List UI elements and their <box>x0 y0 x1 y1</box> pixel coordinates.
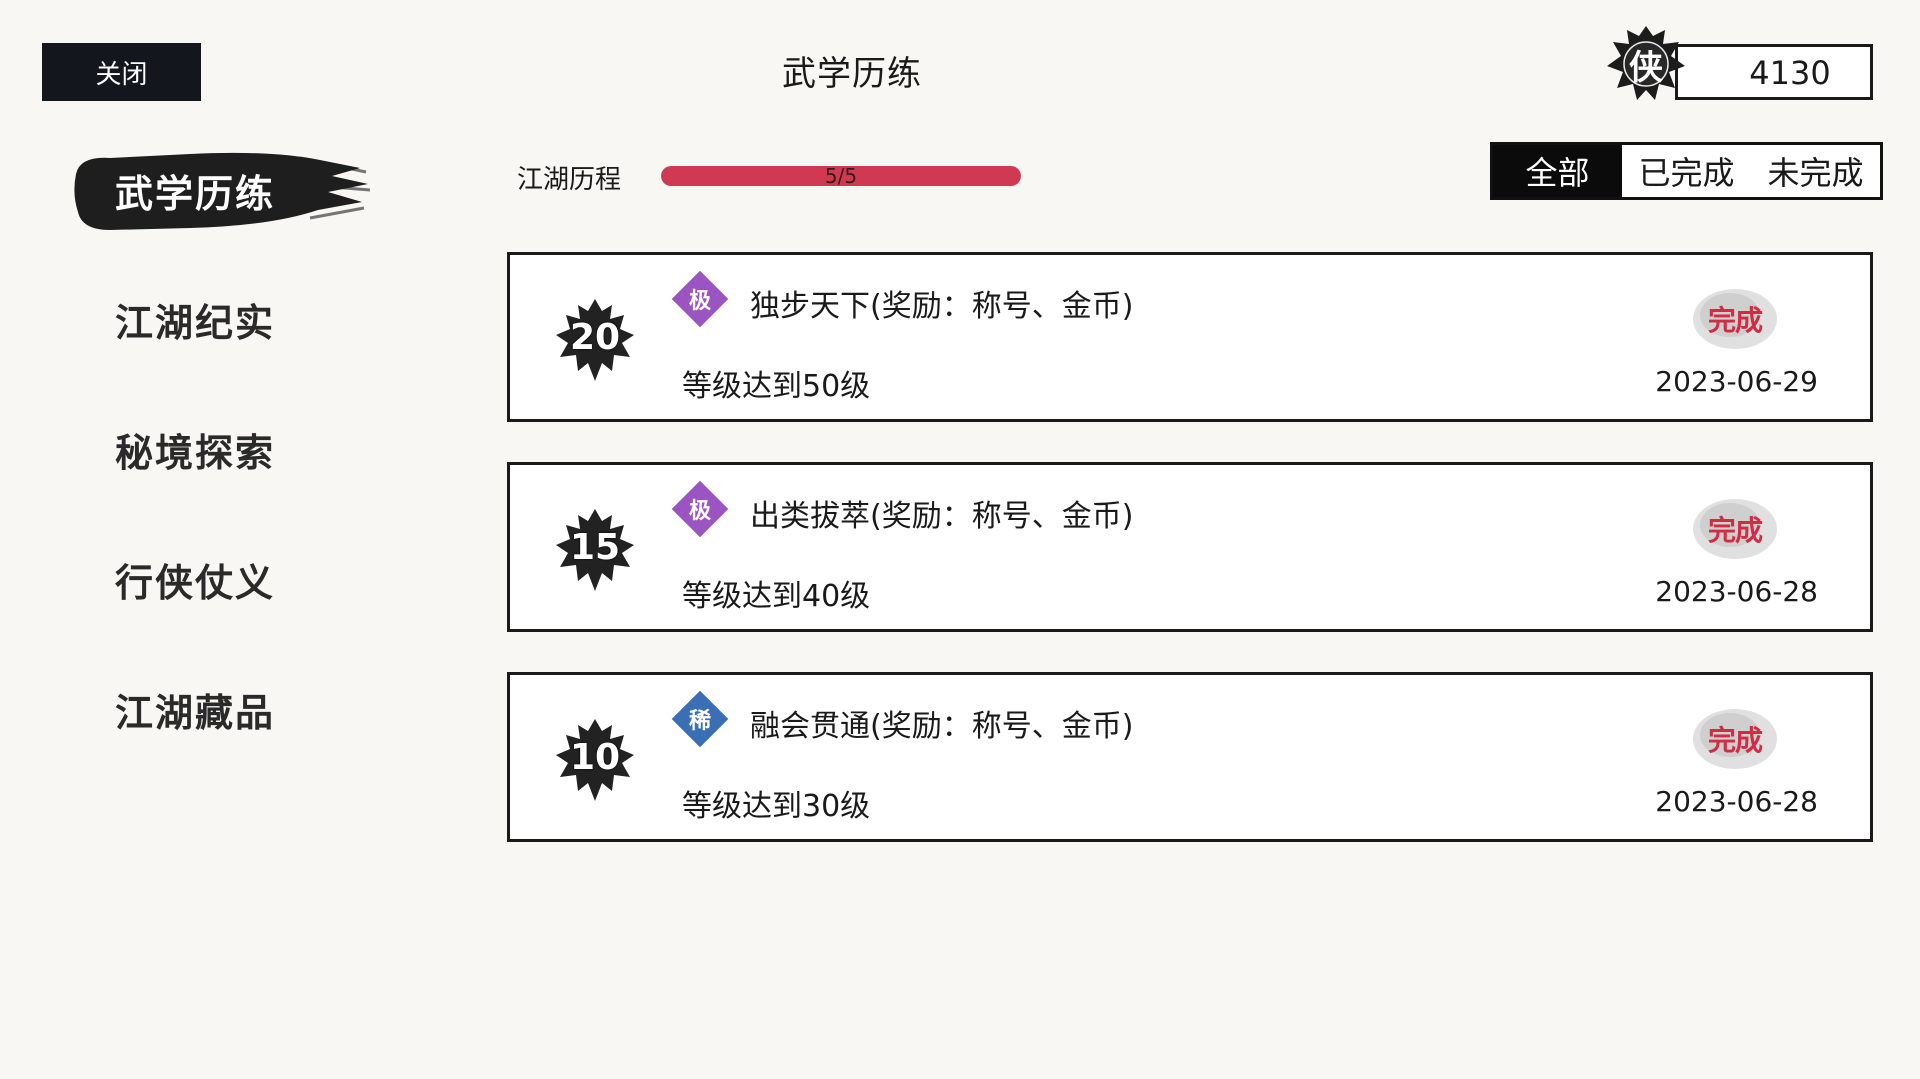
achievement-title: 融会贯通(奖励：称号、金币) <box>750 709 1134 744</box>
sidebar-item-jianghu-jishi[interactable]: 江湖纪实 <box>115 292 275 347</box>
achievement-card[interactable]: 10 稀 融会贯通(奖励：称号、金币) 等级达到30级 完成 2023-06-2… <box>507 672 1873 842</box>
achievement-condition: 等级达到50级 <box>682 369 871 404</box>
tab-completed[interactable]: 已完成 <box>1622 145 1751 197</box>
sidebar-item-mijing[interactable]: 秘境探索 <box>115 422 275 477</box>
achievement-condition: 等级达到40级 <box>682 579 871 614</box>
currency-value: 4130 <box>1749 54 1831 92</box>
achievement-title: 出类拔萃(奖励：称号、金币) <box>750 499 1134 534</box>
level-number: 10 <box>569 737 621 778</box>
status-stamp: 完成 <box>1707 724 1763 757</box>
achievement-card[interactable]: 20 极 独步天下(奖励：称号、金币) 等级达到50级 完成 2023-06-2… <box>507 252 1873 422</box>
achievement-title: 独步天下(奖励：称号、金币) <box>750 289 1134 324</box>
sidebar-item-wuxue[interactable]: 武学历练 <box>115 163 275 218</box>
achievement-date: 2023-06-29 <box>1655 365 1818 398</box>
rarity-label: 稀 <box>688 709 711 734</box>
currency-char: 侠 <box>1629 48 1663 88</box>
status-stamp: 完成 <box>1707 514 1763 547</box>
level-number: 15 <box>569 527 621 568</box>
achievement-date: 2023-06-28 <box>1655 785 1818 818</box>
tab-incomplete[interactable]: 未完成 <box>1751 145 1880 197</box>
achievement-card[interactable]: 15 极 出类拔萃(奖励：称号、金币) 等级达到40级 完成 2023-06-2… <box>507 462 1873 632</box>
progress-text: 5/5 <box>824 164 858 188</box>
sidebar-item-cangpin[interactable]: 江湖藏品 <box>115 682 275 737</box>
status-stamp: 完成 <box>1707 304 1763 337</box>
achievement-condition: 等级达到30级 <box>682 789 871 824</box>
rarity-label: 极 <box>688 499 711 524</box>
rarity-label: 极 <box>688 289 711 314</box>
sidebar-item-xingxia[interactable]: 行侠仗义 <box>115 552 275 607</box>
currency-display: 侠 4130 <box>1605 24 1873 104</box>
page-title: 武学历练 <box>782 54 922 94</box>
filter-tabs: 全部 已完成 未完成 <box>1490 142 1883 200</box>
tab-all[interactable]: 全部 <box>1493 145 1622 197</box>
achievement-date: 2023-06-28 <box>1655 575 1818 608</box>
progress-label: 江湖历程 <box>517 165 622 195</box>
level-number: 20 <box>569 317 621 358</box>
